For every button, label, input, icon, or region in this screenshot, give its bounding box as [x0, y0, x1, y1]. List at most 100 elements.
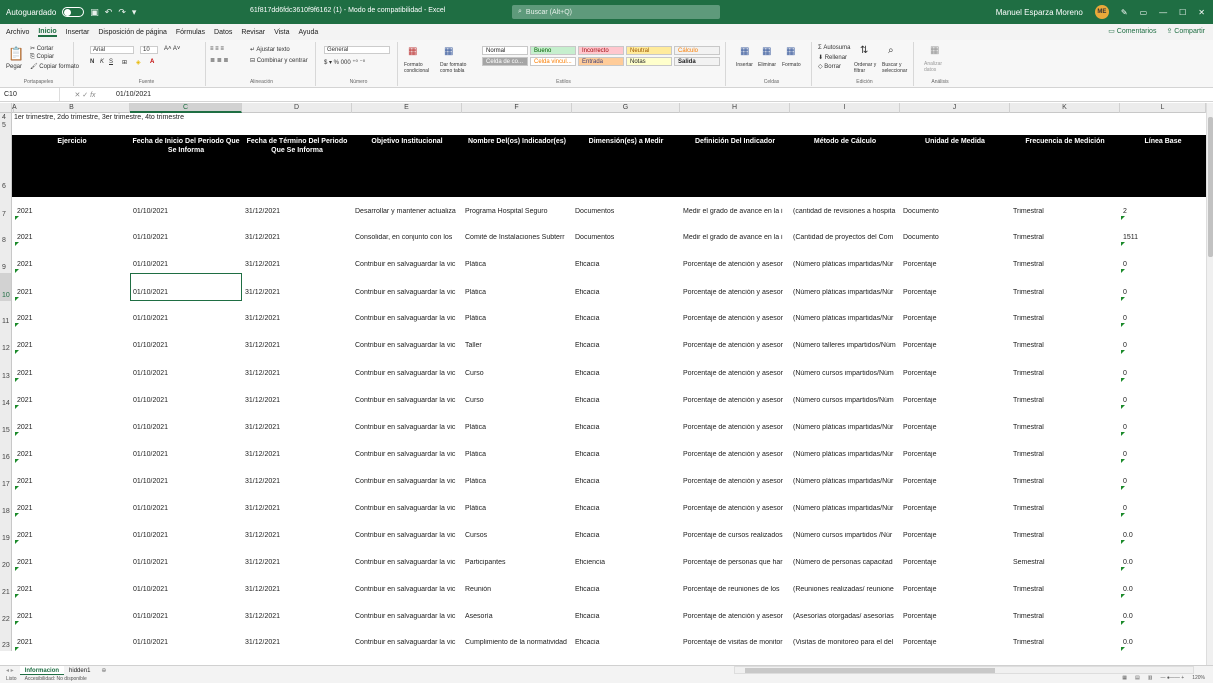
table-cell[interactable]: (Número cursos impartidos/Núm [793, 370, 900, 377]
table-cell[interactable]: 2021 [17, 559, 130, 566]
table-cell[interactable]: (Número pláticas impartidas/Núr [793, 505, 900, 512]
menu-revisar[interactable]: Revisar [241, 29, 265, 36]
row-header-17[interactable]: 17 [0, 463, 12, 490]
table-cell[interactable]: Contribuir en salvaguardar la vic [355, 613, 462, 620]
accessibility-status[interactable]: Accesibilidad: No disponible [25, 676, 87, 682]
table-cell[interactable]: 01/10/2021 [133, 208, 242, 215]
conditional-format-button[interactable]: Formato condicional [404, 62, 438, 74]
error-indicator-icon[interactable] [1121, 540, 1125, 544]
table-cell[interactable]: Porcentaje de personas que har [683, 559, 790, 566]
table-cell[interactable]: Trimestral [1013, 397, 1120, 404]
row-header-5[interactable]: 5 [0, 122, 12, 131]
table-cell[interactable]: 2021 [17, 424, 130, 431]
style-celda-vinculada[interactable]: Celda vincul... [530, 57, 576, 66]
menu-archivo[interactable]: Archivo [6, 29, 29, 36]
row-header-10[interactable]: 10 [0, 273, 12, 301]
table-cell[interactable]: (Número cursos impartidos /Núr [793, 532, 900, 539]
table-cell[interactable]: 0 [1123, 370, 1206, 377]
table-cell[interactable]: Documento [903, 208, 1010, 215]
table-cell[interactable]: Porcentaje de atención y asesor [683, 342, 790, 349]
table-cell[interactable]: 31/12/2021 [245, 208, 352, 215]
periods-note[interactable]: 1er trimestre, 2do trimestre, 3er trimes… [14, 113, 184, 123]
error-indicator-icon[interactable] [15, 459, 19, 463]
table-cell[interactable]: Eficacia [575, 532, 680, 539]
row-header-19[interactable]: 19 [0, 517, 12, 544]
column-header-k[interactable]: K [1010, 103, 1120, 113]
header-cell[interactable]: Unidad de Medida [900, 137, 1010, 146]
table-cell[interactable]: (Número pláticas impartidas/Núr [793, 451, 900, 458]
align-left-icon[interactable]: ≣ ≣ ≣ [210, 57, 228, 64]
table-cell[interactable]: 01/10/2021 [133, 424, 242, 431]
table-cell[interactable]: 01/10/2021 [133, 613, 242, 620]
header-cell[interactable]: Dimensión(es) a Medir [572, 137, 680, 146]
table-cell[interactable]: Medir el grado de avance en la i [683, 234, 790, 241]
table-cell[interactable]: (Número pláticas impartidas/Núr [793, 261, 900, 268]
error-indicator-icon[interactable] [1121, 269, 1125, 273]
table-cell[interactable]: 31/12/2021 [245, 586, 352, 593]
table-cell[interactable]: Trimestral [1013, 342, 1120, 349]
header-cell[interactable]: Objetivo Institucional [352, 137, 462, 146]
error-indicator-icon[interactable] [15, 594, 19, 598]
table-cell[interactable]: (Número de personas capacitad [793, 559, 900, 566]
table-cell[interactable]: Plática [465, 451, 572, 458]
table-cell[interactable]: Porcentaje [903, 397, 1010, 404]
row-header-15[interactable]: 15 [0, 409, 12, 436]
table-cell[interactable]: 31/12/2021 [245, 342, 352, 349]
bold-icon[interactable]: N [90, 59, 94, 65]
column-header-h[interactable]: H [680, 103, 790, 113]
error-indicator-icon[interactable] [1121, 513, 1125, 517]
table-cell[interactable]: Porcentaje de atención y asesor [683, 424, 790, 431]
row-header-6[interactable]: 6 [0, 131, 12, 192]
error-indicator-icon[interactable] [15, 216, 19, 220]
wrap-text-button[interactable]: ↵ Ajustar texto [250, 46, 290, 53]
style-neutral[interactable]: Neutral [626, 46, 672, 55]
align-top-icon[interactable]: ≡ ≡ ≡ [210, 46, 224, 52]
currency-icon[interactable]: $ ▾ % 000 ⁺⁰ ⁻⁰ [324, 59, 365, 66]
error-indicator-icon[interactable] [15, 378, 19, 382]
pen-icon[interactable]: ✎ [1121, 8, 1128, 17]
table-cell[interactable]: Trimestral [1013, 478, 1120, 485]
table-cell[interactable]: (Número pláticas impartidas/Núr [793, 424, 900, 431]
sort-filter-button[interactable]: Ordenar y filtrar [854, 62, 880, 74]
column-header-e[interactable]: E [352, 103, 462, 113]
table-cell[interactable]: Trimestral [1013, 505, 1120, 512]
table-cell[interactable]: Contribuir en salvaguardar la vic [355, 478, 462, 485]
table-cell[interactable]: Contribuir en salvaguardar la vic [355, 559, 462, 566]
table-cell[interactable]: (Cantidad de proyectos del Com [793, 234, 900, 241]
table-cell[interactable]: 01/10/2021 [133, 234, 242, 241]
insert-cells-button[interactable]: Insertar [736, 62, 753, 68]
style-calculo[interactable]: Cálculo [674, 46, 720, 55]
menu-ayuda[interactable]: Ayuda [299, 29, 319, 36]
table-cell[interactable]: Porcentaje de atención y asesor [683, 451, 790, 458]
table-cell[interactable]: Plática [465, 478, 572, 485]
table-cell[interactable]: Porcentaje [903, 315, 1010, 322]
table-cell[interactable]: Reunión [465, 586, 572, 593]
table-cell[interactable]: Eficacia [575, 586, 680, 593]
clear-button[interactable]: ◇ Borrar [818, 63, 841, 70]
table-cell[interactable]: 31/12/2021 [245, 261, 352, 268]
column-header-b[interactable]: B [14, 103, 130, 113]
table-cell[interactable]: (cantidad de revisiones a hospita [793, 208, 900, 215]
table-cell[interactable]: Comité de Instalaciones Subterr [465, 234, 572, 241]
row-header-16[interactable]: 16 [0, 436, 12, 463]
table-cell[interactable]: Contribuir en salvaguardar la vic [355, 424, 462, 431]
table-cell[interactable]: Cumplimiento de la normatividad [465, 639, 572, 646]
table-cell[interactable]: 0.0 [1123, 639, 1206, 646]
table-cell[interactable]: 01/10/2021 [133, 261, 242, 268]
analyze-data-icon[interactable]: ▦ [930, 45, 939, 56]
table-cell[interactable]: Eficacia [575, 397, 680, 404]
cut-button[interactable]: ✂ Cortar [30, 45, 53, 52]
table-cell[interactable]: 31/12/2021 [245, 289, 352, 296]
style-bueno[interactable]: Bueno [530, 46, 576, 55]
table-cell[interactable]: Trimestral [1013, 639, 1120, 646]
table-cell[interactable]: Taller [465, 342, 572, 349]
row-header-13[interactable]: 13 [0, 354, 12, 382]
table-cell[interactable]: (Número cursos impartidos/Núm [793, 397, 900, 404]
paste-button[interactable]: Pegar [6, 64, 22, 70]
autosave-toggle[interactable] [62, 7, 85, 17]
row-header-9[interactable]: 9 [0, 246, 12, 273]
row-header-7[interactable]: 7 [0, 192, 12, 220]
table-cell[interactable]: 01/10/2021 [133, 505, 242, 512]
table-cell[interactable]: 0 [1123, 451, 1206, 458]
error-indicator-icon[interactable] [1121, 216, 1125, 220]
